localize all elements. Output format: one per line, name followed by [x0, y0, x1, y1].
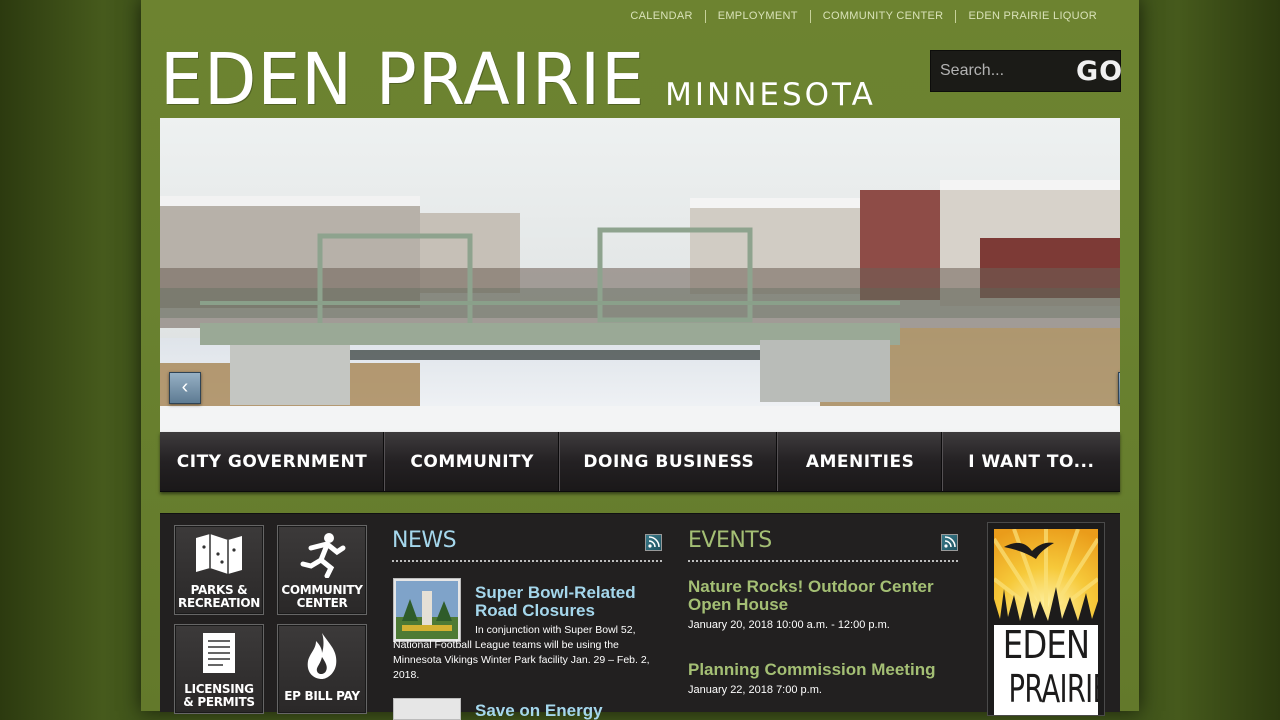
slideshow-next-button[interactable]: › — [1118, 372, 1120, 404]
eden-prairie-badge[interactable]: EDEN PRAIRIE — [987, 522, 1105, 716]
chevron-left-icon: ‹ — [181, 376, 189, 398]
flame-icon — [307, 633, 337, 679]
tile-parks-recreation[interactable]: PARKS & RECREATION — [174, 525, 264, 615]
news-divider — [392, 558, 662, 562]
tile-licensing-permits[interactable]: LICENSING & PERMITS — [174, 624, 264, 714]
news-item-title-2[interactable]: Save on Energy — [475, 702, 655, 720]
events-divider — [688, 558, 958, 562]
rss-icon — [944, 536, 956, 548]
nav-community[interactable]: COMMUNITY — [385, 432, 561, 491]
nav-city-government[interactable]: CITY GOVERNMENT — [160, 432, 386, 491]
tile-label: LICENSING & PERMITS — [183, 682, 255, 709]
tile-ep-bill-pay[interactable]: EP BILL PAY — [277, 624, 367, 714]
tile-label: EP BILL PAY — [284, 689, 360, 703]
event-item-date: January 20, 2018 10:00 a.m. - 12:00 p.m. — [688, 619, 890, 631]
content-panel: PARKS & RECREATION COMMUNITY CENTER LICE… — [160, 513, 1120, 720]
hero-slideshow: ‹ › — [160, 118, 1120, 432]
map-icon — [196, 534, 242, 574]
events-heading: EVENTS — [688, 528, 772, 553]
event-item-date-2: January 22, 2018 7:00 p.m. — [688, 684, 822, 696]
hero-image — [160, 118, 1120, 432]
news-item-body: In conjunction with Super Bowl 52, Natio… — [393, 624, 650, 681]
rss-icon — [648, 536, 660, 548]
badge-inner: EDEN PRAIRIE — [994, 529, 1098, 715]
news-item-title[interactable]: Super Bowl-Related Road Closures — [475, 584, 655, 620]
page-container: CALENDAR EMPLOYMENT COMMUNITY CENTER EDE… — [141, 0, 1139, 720]
news-heading: NEWS — [392, 528, 457, 553]
tile-label: COMMUNITY CENTER — [281, 583, 363, 610]
logo-title: EDEN PRAIRIE — [160, 39, 646, 122]
nav-amenities[interactable]: AMENITIES — [778, 432, 943, 491]
link-liquor[interactable]: EDEN PRAIRIE LIQUOR — [955, 10, 1109, 23]
nav-doing-business[interactable]: DOING BUSINESS — [560, 432, 779, 491]
tile-label: PARKS & RECREATION — [178, 583, 260, 610]
link-community-center[interactable]: COMMUNITY CENTER — [809, 10, 956, 23]
runner-icon — [300, 533, 346, 578]
tile-community-center[interactable]: COMMUNITY CENTER — [277, 525, 367, 615]
news-rss-button[interactable] — [645, 534, 662, 551]
link-employment[interactable]: EMPLOYMENT — [704, 10, 810, 23]
link-calendar[interactable]: CALENDAR — [618, 10, 704, 23]
document-icon — [203, 633, 235, 673]
logo-subtitle: MINNESOTA — [665, 77, 876, 113]
nav-i-want-to[interactable]: I WANT TO... — [943, 432, 1120, 491]
events-rss-button[interactable] — [941, 534, 958, 551]
slideshow-prev-button[interactable]: ‹ — [169, 372, 201, 404]
badge-text-2: PRAIRIE — [1008, 667, 1098, 711]
search-go-button[interactable]: GO — [1076, 56, 1123, 87]
news-thumbnail-2[interactable] — [393, 698, 461, 720]
event-item-title-2[interactable]: Planning Commission Meeting — [688, 661, 968, 679]
search-box: GO — [930, 50, 1123, 92]
main-navigation: CITY GOVERNMENT COMMUNITY DOING BUSINESS… — [160, 432, 1120, 492]
badge-text-1: EDEN — [1002, 623, 1090, 667]
event-item-title[interactable]: Nature Rocks! Outdoor Center Open House — [688, 578, 958, 614]
utility-links: CALENDAR EMPLOYMENT COMMUNITY CENTER EDE… — [618, 10, 1109, 23]
site-logo[interactable]: EDEN PRAIRIE MINNESOTA — [160, 39, 876, 122]
search-input[interactable] — [931, 55, 1062, 87]
